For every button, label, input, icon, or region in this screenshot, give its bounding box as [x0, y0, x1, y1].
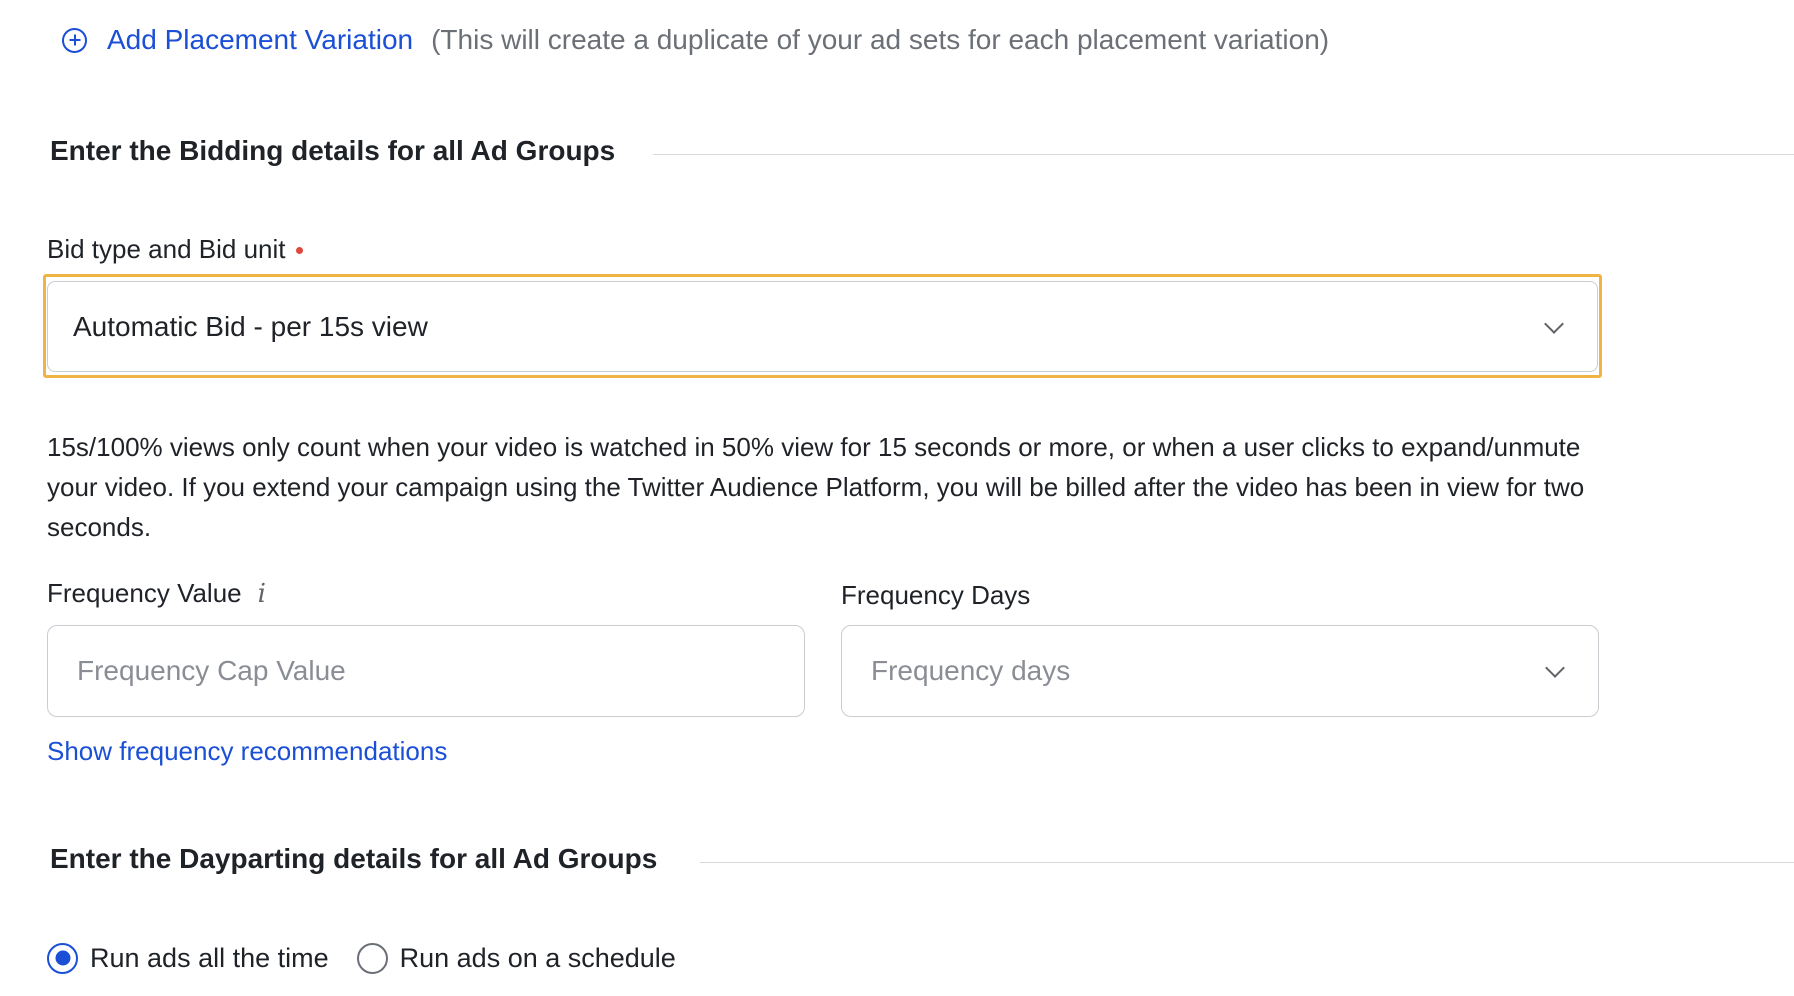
frequency-days-label: Frequency Days	[841, 580, 1031, 610]
frequency-days-select[interactable]: Frequency days	[841, 625, 1599, 717]
bid-type-select[interactable]: Automatic Bid - per 15s view	[47, 281, 1598, 372]
run-on-schedule-label[interactable]: Run ads on a schedule	[400, 943, 676, 974]
bid-type-description: 15s/100% views only count when your vide…	[47, 432, 1585, 542]
run-on-schedule-radio[interactable]	[356, 942, 388, 974]
info-icon[interactable]: i	[258, 579, 266, 609]
add-placement-variation-link[interactable]: Add Placement Variation	[107, 24, 413, 56]
run-all-time-radio[interactable]	[47, 942, 78, 974]
frequency-value-field[interactable]	[47, 625, 805, 717]
dayparting-section-divider	[700, 862, 1794, 863]
run-all-time-label[interactable]: Run ads all the time	[90, 943, 329, 974]
frequency-value-label: Frequency Value i	[47, 578, 266, 609]
frequency-value-label-text: Frequency Value	[47, 578, 242, 608]
bid-type-label-text: Bid type and Bid unit	[47, 234, 286, 264]
frequency-days-placeholder: Frequency days	[871, 655, 1071, 686]
chevron-down-icon[interactable]	[1545, 658, 1565, 678]
bidding-section-divider	[653, 154, 1794, 155]
dayparting-section-title: Enter the Dayparting details for all Ad …	[50, 843, 658, 874]
bid-type-selected-value: Automatic Bid - per 15s view	[73, 310, 428, 342]
bid-type-label: Bid type and Bid unit	[47, 234, 303, 265]
dayparting-options: Run ads all the time Run ads on a schedu…	[47, 938, 676, 978]
add-placement-variation-row: Add Placement Variation (This will creat…	[62, 20, 1329, 60]
bidding-section-title: Enter the Bidding details for all Ad Gro…	[50, 135, 616, 166]
show-frequency-recommendations-link[interactable]: Show frequency recommendations	[47, 736, 447, 767]
frequency-value-input[interactable]	[48, 654, 804, 688]
plus-circle-icon[interactable]	[62, 27, 87, 53]
chevron-down-icon[interactable]	[1544, 313, 1564, 334]
placement-variation-hint: (This will create a duplicate of your ad…	[431, 24, 1330, 55]
required-indicator	[295, 246, 303, 254]
